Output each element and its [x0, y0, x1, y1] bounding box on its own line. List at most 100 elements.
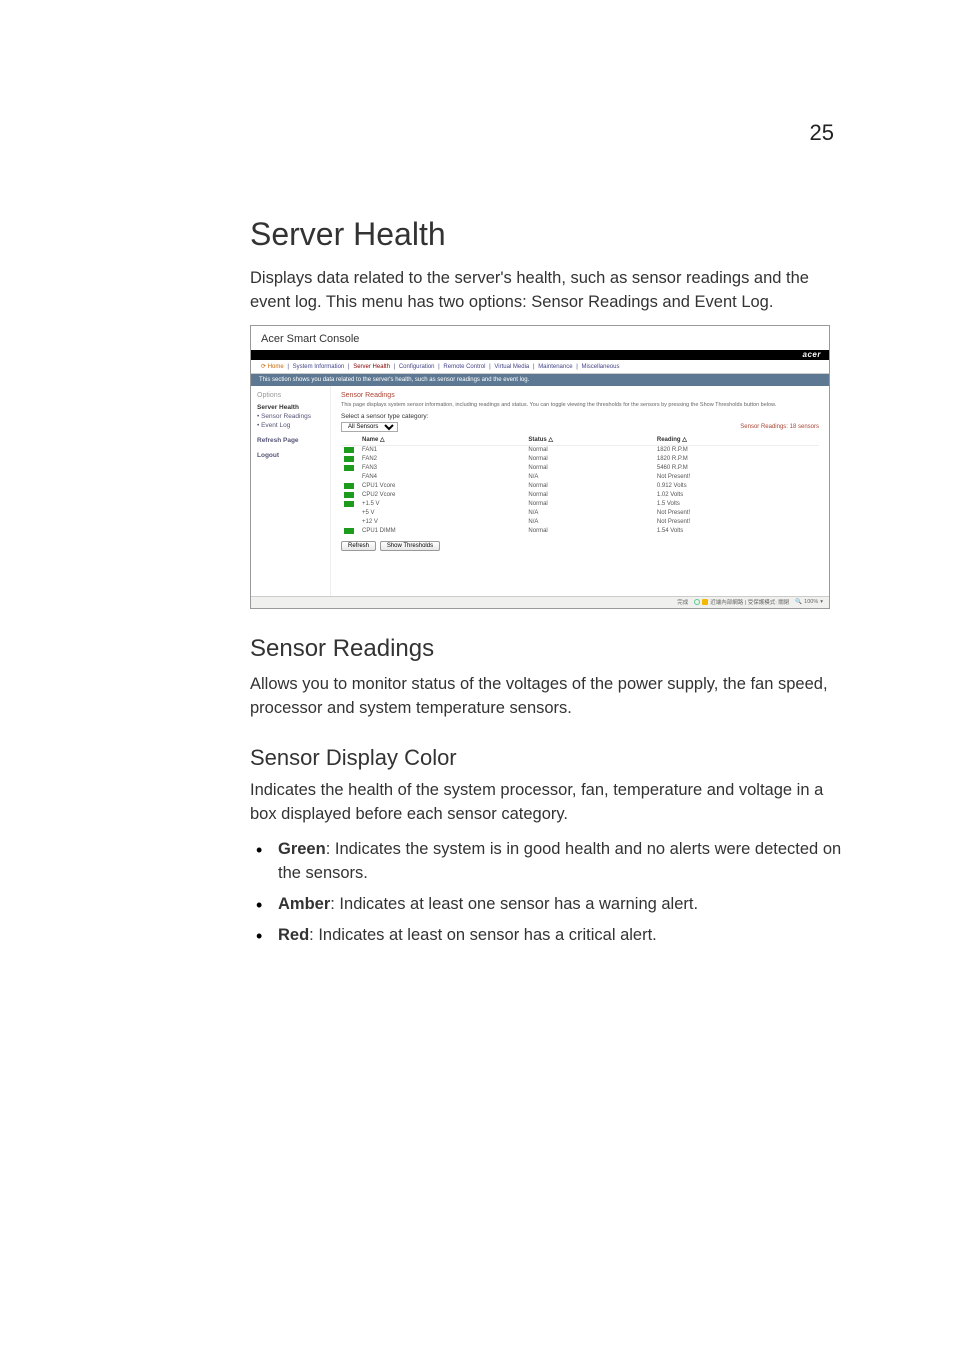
- browser-status-bar: 完成 近端內部網路 | 受保護模式: 關閉 🔍 100% ▾: [251, 596, 829, 608]
- health-swatch: [344, 519, 354, 525]
- cell-reading: 1.02 Volts: [654, 491, 819, 500]
- cell-status: N/A: [525, 509, 653, 518]
- cell-status: Normal: [525, 445, 653, 455]
- table-row[interactable]: +12 VN/ANot Present!: [341, 518, 819, 527]
- cell-name: FAN2: [359, 455, 525, 464]
- cell-reading: 5460 R.P.M: [654, 464, 819, 473]
- paragraph-sensor-display-color: Indicates the health of the system proce…: [250, 779, 844, 827]
- table-row[interactable]: +1.5 VNormal1.5 Volts: [341, 500, 819, 509]
- health-swatch: [344, 528, 354, 534]
- cell-reading: Not Present!: [654, 473, 819, 482]
- cell-reading: 1.5 Volts: [654, 500, 819, 509]
- protected-mode-icon: [702, 599, 708, 605]
- sidebar-refresh-page[interactable]: Refresh Page: [257, 437, 324, 444]
- bullet-red: Red: Indicates at least on sensor has a …: [250, 923, 844, 948]
- cell-name: CPU1 Vcore: [359, 482, 525, 491]
- health-swatch: [344, 465, 354, 471]
- cell-status: Normal: [525, 491, 653, 500]
- heading-server-health: Server Health: [250, 216, 844, 253]
- window-title: Acer Smart Console: [251, 326, 829, 350]
- col-status[interactable]: Status △: [525, 434, 653, 446]
- tab-home[interactable]: ⟳ Home: [261, 364, 284, 370]
- bullet-red-text: : Indicates at least on sensor has a cri…: [309, 926, 657, 944]
- color-bullet-list: Green: Indicates the system is in good h…: [250, 837, 844, 948]
- tab-virtual-media[interactable]: Virtual Media: [494, 364, 529, 370]
- cell-reading: 1820 R.P.M: [654, 445, 819, 455]
- paragraph-server-health: Displays data related to the server's he…: [250, 267, 844, 315]
- table-row[interactable]: CPU2 VcoreNormal1.02 Volts: [341, 491, 819, 500]
- cell-name: FAN4: [359, 473, 525, 482]
- health-swatch: [344, 492, 354, 498]
- acer-logo: acer: [803, 350, 821, 359]
- paragraph-sensor-readings: Allows you to monitor status of the volt…: [250, 673, 844, 721]
- cell-status: Normal: [525, 482, 653, 491]
- health-swatch: [344, 501, 354, 507]
- health-swatch: [344, 447, 354, 453]
- cell-name: +1.5 V: [359, 500, 525, 509]
- status-done: 完成: [677, 598, 688, 606]
- content-heading: Sensor Readings: [341, 392, 819, 399]
- heading-sensor-readings: Sensor Readings: [250, 635, 844, 663]
- tab-miscellaneous[interactable]: Miscellaneous: [581, 364, 619, 370]
- health-swatch: [344, 483, 354, 489]
- top-tabs: ⟳ Home | System Information | Server Hea…: [251, 360, 829, 374]
- cell-reading: 1.54 Volts: [654, 527, 819, 536]
- show-thresholds-button[interactable]: Show Thresholds: [380, 541, 440, 551]
- sensor-category-select[interactable]: All Sensors: [341, 422, 398, 432]
- sidebar-logout[interactable]: Logout: [257, 452, 324, 459]
- cell-name: CPU1 DIMM: [359, 527, 525, 536]
- tab-maintenance[interactable]: Maintenance: [538, 364, 572, 370]
- cell-status: Normal: [525, 527, 653, 536]
- table-row[interactable]: FAN2Normal1820 R.P.M: [341, 455, 819, 464]
- tab-configuration[interactable]: Configuration: [399, 364, 435, 370]
- bullet-red-label: Red: [278, 926, 309, 944]
- sidebar-item-sensor-readings[interactable]: • Sensor Readings: [257, 413, 324, 420]
- sidebar-heading: Options: [257, 392, 324, 399]
- health-swatch: [344, 510, 354, 516]
- table-row[interactable]: FAN4N/ANot Present!: [341, 473, 819, 482]
- cell-status: N/A: [525, 473, 653, 482]
- status-zoom[interactable]: 🔍 100% ▾: [795, 599, 823, 605]
- col-reading[interactable]: Reading △: [654, 434, 819, 446]
- col-name[interactable]: Name △: [359, 434, 525, 446]
- sidebar-item-server-health[interactable]: Server Health: [257, 404, 324, 411]
- cell-status: Normal: [525, 464, 653, 473]
- cell-status: Normal: [525, 455, 653, 464]
- bullet-green: Green: Indicates the system is in good h…: [250, 837, 844, 887]
- bullet-amber-text: : Indicates at least one sensor has a wa…: [330, 895, 698, 913]
- bullet-amber: Amber: Indicates at least one sensor has…: [250, 892, 844, 917]
- cell-reading: Not Present!: [654, 509, 819, 518]
- cell-name: +12 V: [359, 518, 525, 527]
- health-swatch: [344, 456, 354, 462]
- cell-reading: 1820 R.P.M: [654, 455, 819, 464]
- heading-sensor-display-color: Sensor Display Color: [250, 745, 844, 771]
- health-swatch: [344, 474, 354, 480]
- cell-status: N/A: [525, 518, 653, 527]
- cell-name: +5 V: [359, 509, 525, 518]
- sidebar: Options Server Health • Sensor Readings …: [251, 386, 331, 596]
- cell-name: FAN3: [359, 464, 525, 473]
- content-panel: Sensor Readings This page displays syste…: [331, 386, 829, 596]
- tab-remote-control[interactable]: Remote Control: [443, 364, 485, 370]
- table-row[interactable]: CPU1 VcoreNormal0.912 Volts: [341, 482, 819, 491]
- bullet-amber-label: Amber: [278, 895, 330, 913]
- cell-reading: Not Present!: [654, 518, 819, 527]
- sidebar-item-event-log[interactable]: • Event Log: [257, 422, 324, 429]
- internet-zone-icon: [694, 599, 700, 605]
- sensor-count: Sensor Readings: 18 sensors: [740, 424, 819, 430]
- tab-server-health[interactable]: Server Health: [353, 364, 390, 370]
- cell-name: FAN1: [359, 445, 525, 455]
- table-row[interactable]: FAN1Normal1820 R.P.M: [341, 445, 819, 455]
- description-bar: This section shows you data related to t…: [251, 374, 829, 386]
- table-row[interactable]: +5 VN/ANot Present!: [341, 509, 819, 518]
- cell-name: CPU2 Vcore: [359, 491, 525, 500]
- tab-system-information[interactable]: System Information: [293, 364, 345, 370]
- table-row[interactable]: FAN3Normal5460 R.P.M: [341, 464, 819, 473]
- table-row[interactable]: CPU1 DIMMNormal1.54 Volts: [341, 527, 819, 536]
- refresh-button[interactable]: Refresh: [341, 541, 376, 551]
- content-helper: This page displays system sensor informa…: [341, 402, 819, 408]
- status-zone-text: 近端內部網路 | 受保護模式: 關閉: [710, 598, 789, 606]
- screenshot-sensor-readings: Acer Smart Console acer ⟳ Home | System …: [250, 325, 830, 609]
- bullet-green-label: Green: [278, 840, 326, 858]
- sensor-table: Name △ Status △ Reading △ FAN1Normal1820…: [341, 434, 819, 536]
